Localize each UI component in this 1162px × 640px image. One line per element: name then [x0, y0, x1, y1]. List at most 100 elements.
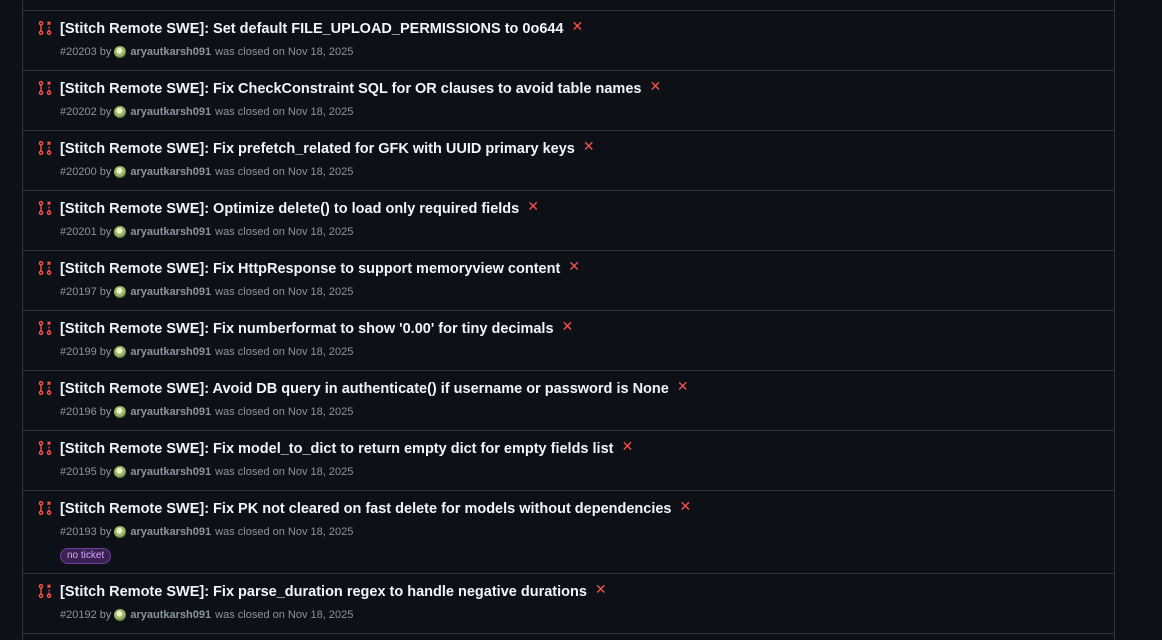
author-link[interactable]: aryautkarsh091: [130, 346, 211, 358]
pull-request-number: #20200: [60, 166, 97, 178]
author-link[interactable]: aryautkarsh091: [130, 526, 211, 538]
pull-request-row[interactable]: [Stitch Remote SWE]: Fix model_to_dict t…: [23, 431, 1114, 491]
pull-request-rows: [Stitch Remote SWE]: Set default FILE_UP…: [23, 11, 1114, 634]
author-link[interactable]: aryautkarsh091: [130, 406, 211, 418]
by-text: by: [99, 46, 112, 58]
pull-request-list: [Stitch Remote SWE]: Set default FILE_UP…: [22, 0, 1115, 640]
x-icon[interactable]: ✕: [595, 581, 607, 598]
x-icon[interactable]: ✕: [562, 318, 574, 335]
pull-request-title-link[interactable]: [Stitch Remote SWE]: Fix parse_duration …: [60, 581, 607, 600]
pull-request-row[interactable]: [Stitch Remote SWE]: Fix parse_duration …: [23, 574, 1114, 634]
pull-request-row[interactable]: [Stitch Remote SWE]: Fix prefetch_relate…: [23, 131, 1114, 191]
pull-request-title-link[interactable]: [Stitch Remote SWE]: Fix HttpResponse to…: [60, 258, 580, 277]
author-link[interactable]: aryautkarsh091: [130, 226, 211, 238]
pull-request-meta: #20201 by aryautkarsh091 was closed on Nov…: [60, 226, 353, 238]
list-top-edge: [23, 0, 1114, 11]
pull-request-title-link[interactable]: [Stitch Remote SWE]: Fix PK not cleared …: [60, 498, 692, 517]
pull-request-meta: #20203 by aryautkarsh091 was closed on Nov…: [60, 46, 353, 58]
git-pull-request-closed-icon: [38, 440, 52, 456]
pull-request-meta: #20200 by aryautkarsh091 was closed on Nov…: [60, 166, 353, 178]
by-text: by: [99, 609, 112, 621]
closed-status-text: was closed on Nov 18, 2025: [215, 46, 354, 58]
pull-request-title: [Stitch Remote SWE]: Fix HttpResponse to…: [60, 261, 561, 277]
avatar[interactable]: [114, 286, 127, 298]
by-text: by: [99, 346, 112, 358]
pull-request-title-link[interactable]: [Stitch Remote SWE]: Fix numberformat to…: [60, 318, 574, 337]
x-icon[interactable]: ✕: [583, 138, 595, 155]
git-pull-request-closed-icon: [38, 200, 52, 216]
git-pull-request-closed-icon: [38, 380, 52, 396]
pull-request-title-link[interactable]: [Stitch Remote SWE]: Fix CheckConstraint…: [60, 78, 661, 97]
pull-request-title: [Stitch Remote SWE]: Avoid DB query in a…: [60, 381, 669, 397]
avatar[interactable]: [114, 346, 127, 358]
pull-request-title-link[interactable]: [Stitch Remote SWE]: Avoid DB query in a…: [60, 378, 689, 397]
git-pull-request-closed-icon: [38, 260, 52, 276]
pull-request-number: #20201: [60, 226, 97, 238]
avatar[interactable]: [114, 46, 127, 58]
pull-request-number: #20193: [60, 526, 97, 538]
avatar[interactable]: [114, 166, 127, 178]
pull-request-number: #20203: [60, 46, 97, 58]
git-pull-request-closed-icon: [38, 583, 52, 599]
pull-request-meta: #20192 by aryautkarsh091 was closed on Nov…: [60, 609, 353, 621]
pull-request-title: [Stitch Remote SWE]: Set default FILE_UP…: [60, 21, 564, 37]
by-text: by: [99, 286, 112, 298]
author-link[interactable]: aryautkarsh091: [130, 166, 211, 178]
git-pull-request-closed-icon: [38, 320, 52, 336]
x-icon[interactable]: ✕: [572, 18, 584, 35]
pull-request-title: [Stitch Remote SWE]: Fix prefetch_relate…: [60, 141, 575, 157]
git-pull-request-closed-icon: [38, 500, 52, 516]
pull-request-row[interactable]: [Stitch Remote SWE]: Avoid DB query in a…: [23, 371, 1114, 431]
pull-request-row[interactable]: [Stitch Remote SWE]: Optimize delete() t…: [23, 191, 1114, 251]
closed-status-text: was closed on Nov 18, 2025: [215, 226, 354, 238]
pull-request-title: [Stitch Remote SWE]: Fix PK not cleared …: [60, 501, 672, 517]
author-link[interactable]: aryautkarsh091: [130, 106, 211, 118]
x-icon[interactable]: ✕: [677, 378, 689, 395]
avatar[interactable]: [114, 526, 127, 538]
pull-request-title: [Stitch Remote SWE]: Optimize delete() t…: [60, 201, 520, 217]
pull-request-row[interactable]: [Stitch Remote SWE]: Set default FILE_UP…: [23, 11, 1114, 71]
x-icon[interactable]: ✕: [568, 258, 580, 275]
pull-request-row[interactable]: [Stitch Remote SWE]: Fix CheckConstraint…: [23, 71, 1114, 131]
git-pull-request-closed-icon: [38, 140, 52, 156]
by-text: by: [99, 226, 112, 238]
avatar[interactable]: [114, 226, 127, 238]
author-link[interactable]: aryautkarsh091: [130, 46, 211, 58]
author-link[interactable]: aryautkarsh091: [130, 286, 211, 298]
pull-request-number: #20202: [60, 106, 97, 118]
pull-request-meta: #20195 by aryautkarsh091 was closed on Nov…: [60, 466, 353, 478]
pull-request-meta: #20197 by aryautkarsh091 was closed on Nov…: [60, 286, 353, 298]
avatar[interactable]: [114, 466, 127, 478]
x-icon[interactable]: ✕: [621, 438, 633, 455]
pull-request-title-link[interactable]: [Stitch Remote SWE]: Set default FILE_UP…: [60, 18, 584, 37]
author-link[interactable]: aryautkarsh091: [130, 466, 211, 478]
author-link[interactable]: aryautkarsh091: [130, 609, 211, 621]
pull-request-row[interactable]: [Stitch Remote SWE]: Fix PK not cleared …: [23, 491, 1114, 574]
pull-request-row[interactable]: [Stitch Remote SWE]: Fix numberformat to…: [23, 311, 1114, 371]
by-text: by: [99, 526, 112, 538]
by-text: by: [99, 106, 112, 118]
x-icon[interactable]: ✕: [680, 498, 692, 515]
pull-request-title: [Stitch Remote SWE]: Fix CheckConstraint…: [60, 81, 642, 97]
avatar[interactable]: [114, 406, 127, 418]
pull-request-title-link[interactable]: [Stitch Remote SWE]: Optimize delete() t…: [60, 198, 539, 217]
pull-request-row[interactable]: [Stitch Remote SWE]: Fix HttpResponse to…: [23, 251, 1114, 311]
pull-request-title: [Stitch Remote SWE]: Fix model_to_dict t…: [60, 441, 614, 457]
avatar[interactable]: [114, 106, 127, 118]
closed-status-text: was closed on Nov 18, 2025: [215, 526, 354, 538]
pull-request-title: [Stitch Remote SWE]: Fix numberformat to…: [60, 321, 554, 337]
x-icon[interactable]: ✕: [649, 78, 661, 95]
x-icon[interactable]: ✕: [527, 198, 539, 215]
by-text: by: [99, 166, 112, 178]
closed-status-text: was closed on Nov 18, 2025: [215, 106, 354, 118]
pull-request-meta: #20199 by aryautkarsh091 was closed on Nov…: [60, 346, 353, 358]
pull-request-number: #20195: [60, 466, 97, 478]
avatar[interactable]: [114, 609, 127, 621]
closed-status-text: was closed on Nov 18, 2025: [215, 346, 354, 358]
closed-status-text: was closed on Nov 18, 2025: [215, 406, 354, 418]
closed-status-text: was closed on Nov 18, 2025: [215, 286, 354, 298]
git-pull-request-closed-icon: [38, 80, 52, 96]
pull-request-title-link[interactable]: [Stitch Remote SWE]: Fix model_to_dict t…: [60, 438, 633, 457]
pull-request-title-link[interactable]: [Stitch Remote SWE]: Fix prefetch_relate…: [60, 138, 595, 157]
label-no-ticket[interactable]: no ticket: [60, 548, 112, 564]
